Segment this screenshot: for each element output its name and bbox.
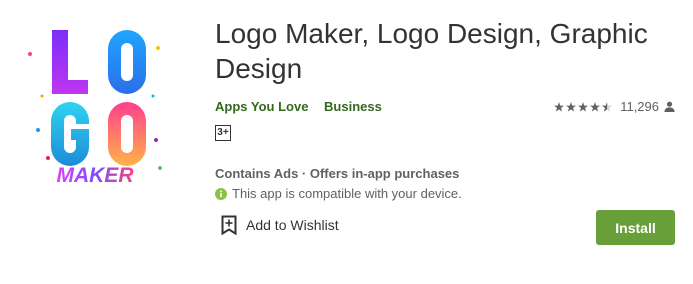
content-rating-badge: 3+ <box>215 125 231 141</box>
bookmark-plus-icon <box>221 215 237 235</box>
compatibility-text: This app is compatible with your device. <box>232 186 462 201</box>
star-icon <box>578 101 589 112</box>
ads-notice: Contains Ads · Offers in-app purchases <box>215 166 460 181</box>
svg-text:MAKER: MAKER <box>57 164 135 187</box>
compatibility-notice: This app is compatible with your device. <box>215 186 462 201</box>
add-to-wishlist-button[interactable]: Add to Wishlist <box>221 215 339 235</box>
app-meta: Apps You Love Business <box>215 99 394 114</box>
app-icon: MAKER <box>20 18 170 190</box>
category-link[interactable]: Business <box>324 99 382 114</box>
developer-link[interactable]: Apps You Love <box>215 99 308 114</box>
star-icon <box>566 101 577 112</box>
rating-stars <box>554 101 614 112</box>
star-icon <box>590 101 601 112</box>
person-icon <box>664 101 675 112</box>
app-title: Logo Maker, Logo Design, Graphic Design <box>215 18 648 84</box>
half-star-icon <box>602 101 613 112</box>
rating-summary: 11,296 <box>554 99 675 114</box>
install-button[interactable]: Install <box>596 210 675 245</box>
rating-count: 11,296 <box>620 99 659 114</box>
wishlist-label: Add to Wishlist <box>246 217 339 233</box>
info-icon <box>215 187 227 200</box>
star-icon <box>554 101 565 112</box>
